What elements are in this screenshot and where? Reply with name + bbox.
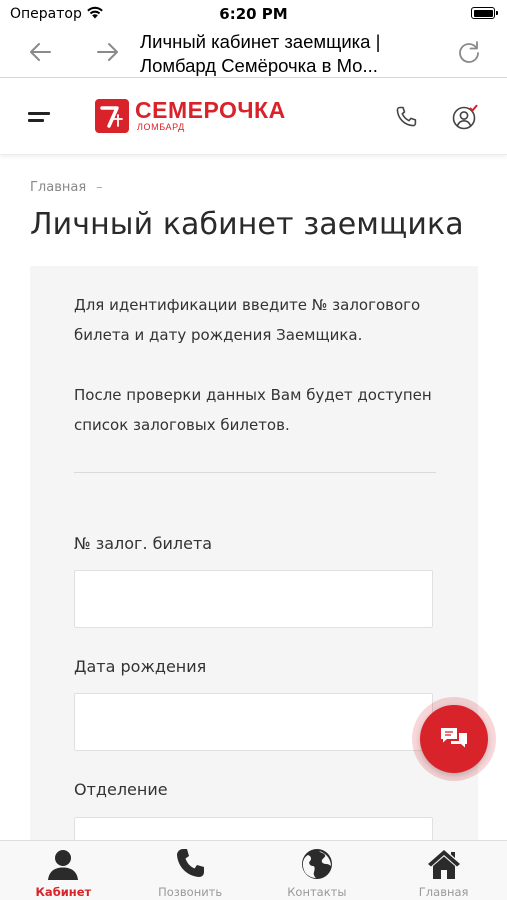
- tab-home[interactable]: Главная: [380, 841, 507, 900]
- menu-icon[interactable]: [28, 109, 52, 125]
- bottom-tab-bar: Кабинет Позвонить Контакты Главная: [0, 840, 507, 900]
- globe-icon: [301, 849, 332, 879]
- tab-contacts[interactable]: Контакты: [254, 841, 381, 900]
- divider: [74, 472, 436, 473]
- breadcrumb: Главная –: [30, 180, 103, 195]
- tab-label: Контакты: [287, 885, 347, 899]
- tab-label: Кабинет: [35, 885, 92, 899]
- breadcrumb-separator: –: [96, 180, 103, 195]
- breadcrumb-home-link[interactable]: Главная: [30, 180, 86, 195]
- arrow-right-icon: [97, 43, 118, 61]
- reload-button[interactable]: [451, 36, 487, 68]
- browser-toolbar: Личный кабинет заемщика | Ломбард Семёро…: [0, 28, 507, 78]
- tab-label: Главная: [418, 885, 469, 899]
- ticket-number-label: № залог. билета: [74, 534, 213, 553]
- page-title-bar: Личный кабинет заемщика | Ломбард Семёро…: [140, 30, 441, 78]
- birth-date-label: Дата рождения: [74, 657, 207, 676]
- logo-mark-icon: [95, 99, 129, 133]
- site-header: СЕМЕРОЧКА ЛОМБАРД: [0, 79, 507, 155]
- battery-icon: [471, 7, 498, 19]
- back-button[interactable]: [22, 36, 58, 68]
- logo-text: СЕМЕРОЧКА: [135, 97, 286, 123]
- login-form-card: Для идентификации введите № залогового б…: [30, 266, 478, 866]
- site-logo[interactable]: СЕМЕРОЧКА ЛОМБАРД: [95, 99, 286, 135]
- forward-button[interactable]: [90, 36, 126, 68]
- ticket-number-input[interactable]: [74, 570, 433, 628]
- clock: 6:20 PM: [219, 5, 288, 23]
- page-title: Личный кабинет заемщика: [30, 207, 464, 242]
- branch-label: Отделение: [74, 780, 168, 799]
- tab-cabinet[interactable]: Кабинет: [0, 841, 127, 900]
- page-title-line-2: Ломбард Семёрочка в Мо...: [140, 55, 378, 76]
- phone-icon: [177, 849, 205, 877]
- access-info-text: После проверки данных Вам будет доступен…: [74, 386, 432, 434]
- account-icon[interactable]: [451, 103, 479, 131]
- user-icon: [48, 850, 79, 880]
- status-bar: Оператор 6:20 PM: [0, 0, 507, 28]
- tab-label: Позвонить: [158, 885, 223, 899]
- logo-subtext: ЛОМБАРД: [137, 122, 185, 132]
- home-icon: [427, 850, 460, 879]
- reload-icon: [459, 41, 479, 63]
- chat-button[interactable]: [412, 697, 496, 781]
- chat-icon: [441, 728, 467, 748]
- identification-instructions: Для идентификации введите № залогового б…: [74, 296, 421, 344]
- birth-date-input[interactable]: [74, 693, 433, 751]
- tab-call[interactable]: Позвонить: [127, 841, 254, 900]
- arrow-left-icon: [30, 43, 51, 61]
- page-title-line-1: Личный кабинет заемщика |: [140, 31, 381, 52]
- phone-icon[interactable]: [393, 104, 419, 130]
